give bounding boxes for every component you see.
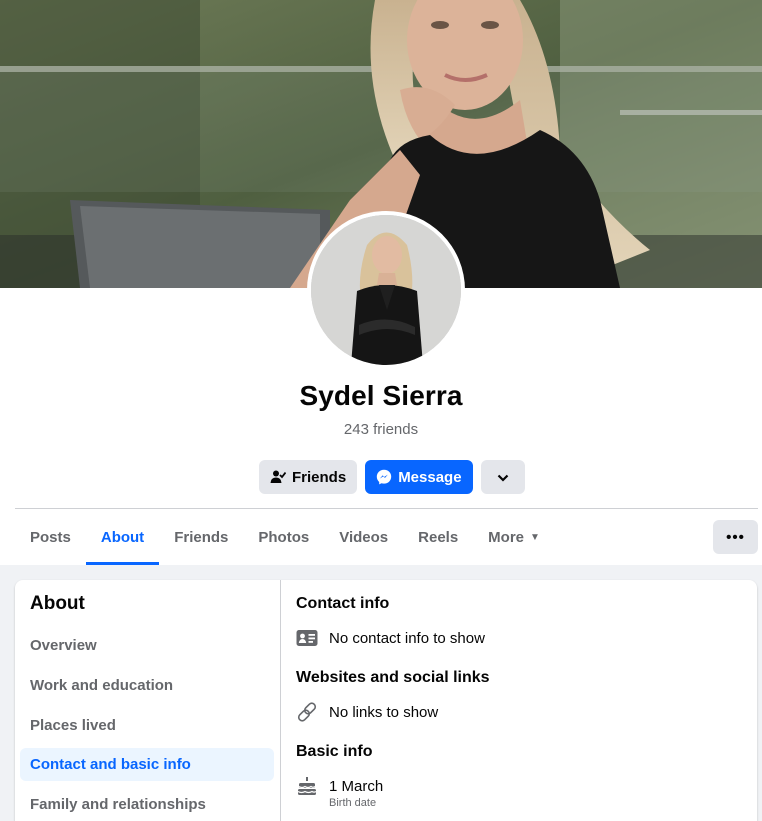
tab-more[interactable]: More ▼ [473, 509, 555, 565]
about-card-divider [280, 580, 281, 821]
tab-reels[interactable]: Reels [403, 509, 473, 565]
message-button[interactable]: Message [365, 460, 473, 494]
contact-info-row: No contact info to show [296, 627, 485, 649]
birthday-cake-icon [296, 775, 318, 797]
websites-links-row: No links to show [296, 701, 438, 723]
profile-actions: Friends Message [259, 460, 525, 494]
tab-posts[interactable]: Posts [15, 509, 86, 565]
about-nav-contact-basic-info[interactable]: Contact and basic info [20, 748, 274, 781]
contact-card-icon [296, 627, 318, 649]
birth-date-value: 1 March [329, 777, 384, 795]
links-empty: No links to show [329, 703, 439, 721]
more-options-button[interactable]: ••• [713, 520, 758, 554]
person-check-icon [270, 469, 286, 485]
birth-date-row: 1 March [296, 775, 383, 797]
tab-more-label: More [488, 528, 525, 546]
birth-date-label: Birth date [329, 797, 377, 809]
basic-info-title: Basic info [296, 743, 373, 760]
websites-links-title: Websites and social links [296, 669, 490, 686]
message-button-label: Message [398, 468, 462, 486]
tab-friends[interactable]: Friends [159, 509, 243, 565]
tab-about[interactable]: About [85, 509, 160, 565]
profile-name: Sydel Sierra [299, 380, 463, 411]
tab-photos[interactable]: Photos [243, 509, 324, 565]
about-nav-work-education[interactable]: Work and education [20, 669, 274, 702]
about-nav-overview[interactable]: Overview [20, 629, 274, 662]
more-actions-button[interactable] [480, 460, 525, 494]
caret-down-icon: ▼ [530, 531, 540, 543]
chevron-down-icon [497, 469, 509, 486]
friends-button-label: Friends [292, 468, 347, 486]
contact-info-empty: No contact info to show [329, 629, 485, 647]
about-nav-places-lived[interactable]: Places lived [20, 709, 274, 742]
avatar-photo [311, 215, 461, 365]
link-icon [296, 701, 318, 723]
contact-info-title: Contact info [296, 595, 390, 612]
about-title: About [30, 593, 85, 614]
friends-button[interactable]: Friends [259, 460, 358, 494]
friends-count[interactable]: 243 friends [0, 421, 762, 438]
profile-tabs: Posts About Friends Photos Videos Reels … [15, 509, 555, 565]
about-nav-family-relationships[interactable]: Family and relationships [20, 788, 274, 821]
profile-avatar[interactable] [307, 211, 465, 369]
messenger-icon [376, 469, 392, 485]
tab-videos[interactable]: Videos [324, 509, 403, 565]
